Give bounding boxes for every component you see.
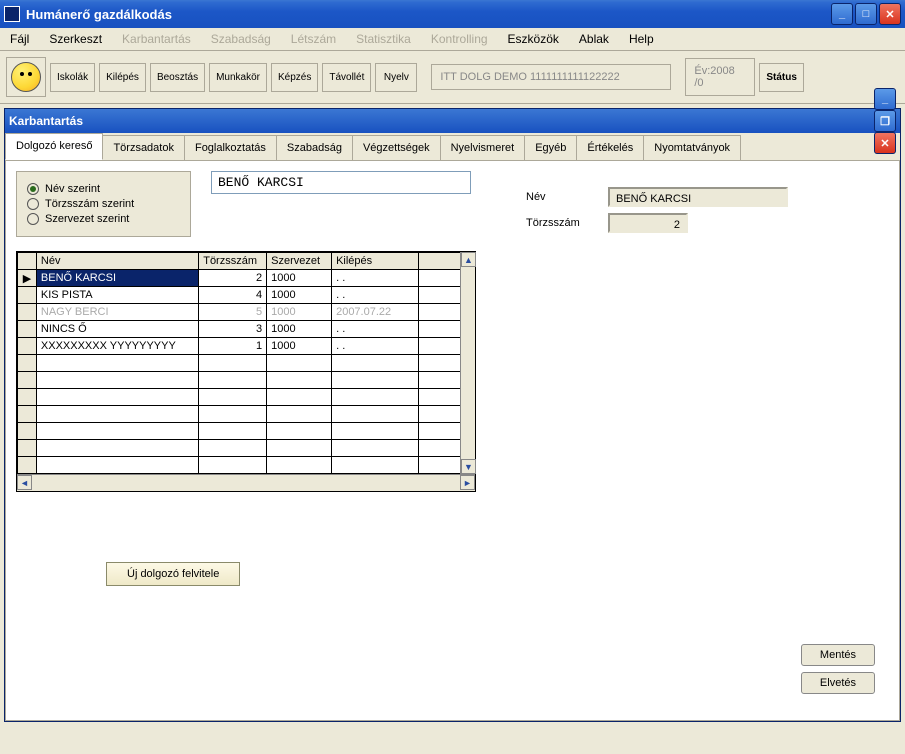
toolbar-iskolák-button[interactable]: Iskolák — [50, 63, 95, 92]
table-row[interactable] — [18, 372, 462, 389]
tab-content: Név szerint Törzsszám szerint Szervezet sz… — [5, 161, 900, 721]
search-mode-frame: Név szerint Törzsszám szerint Szervezet sz… — [16, 171, 191, 237]
menu-létszám: Létszám — [287, 30, 340, 48]
info-field: ITT DOLG DEMO 1111111111122222 — [431, 64, 671, 90]
column-header[interactable]: Szervezet — [267, 253, 332, 270]
radio-label: Törzsszám szerint — [45, 198, 134, 210]
search-radio-1[interactable]: Törzsszám szerint — [27, 198, 180, 210]
app-icon — [4, 6, 20, 22]
table-row[interactable] — [18, 355, 462, 372]
tab-8[interactable]: Nyomtatványok — [643, 135, 741, 160]
search-radio-0[interactable]: Név szerint — [27, 183, 180, 195]
smiley-icon[interactable] — [6, 57, 46, 97]
table-row[interactable] — [18, 457, 462, 474]
toolbar-munkakör-button[interactable]: Munkakör — [209, 63, 267, 92]
save-button[interactable]: Mentés — [801, 644, 875, 666]
search-input[interactable] — [211, 171, 471, 194]
menu-szerkeszt[interactable]: Szerkeszt — [45, 30, 106, 48]
minimize-button[interactable]: _ — [831, 3, 853, 25]
year-field: Év:2008 /0 — [685, 58, 755, 96]
torzs-label: Törzsszám — [526, 217, 596, 229]
detail-panel: Név BENŐ KARCSI Törzsszám 2 — [526, 181, 788, 239]
child-titlebar: Karbantartás _ ❐ ✕ — [5, 109, 900, 133]
tab-3[interactable]: Szabadság — [276, 135, 353, 160]
radio-icon — [27, 183, 39, 195]
vscrollbar[interactable]: ▲ ▼ — [460, 252, 475, 474]
name-label: Név — [526, 191, 596, 203]
table-row[interactable] — [18, 389, 462, 406]
child-close-button[interactable]: ✕ — [874, 132, 896, 154]
menu-fájl[interactable]: Fájl — [6, 30, 33, 48]
close-button[interactable]: ✕ — [879, 3, 901, 25]
menu-help[interactable]: Help — [625, 30, 658, 48]
tab-6[interactable]: Egyéb — [524, 135, 577, 160]
table-row[interactable] — [18, 440, 462, 457]
tab-7[interactable]: Értékelés — [576, 135, 644, 160]
toolbar: IskolákKilépésBeosztásMunkakörKépzésTávo… — [0, 51, 905, 104]
table-row[interactable]: KIS PISTA41000. . — [18, 287, 462, 304]
menu-kontrolling: Kontrolling — [427, 30, 492, 48]
table-row[interactable] — [18, 423, 462, 440]
menu-ablak[interactable]: Ablak — [575, 30, 613, 48]
search-radio-2[interactable]: Szervezet szerint — [27, 213, 180, 225]
menu-szabadság: Szabadság — [207, 30, 275, 48]
new-employee-button[interactable]: Új dolgozó felvitele — [106, 562, 240, 586]
name-value: BENŐ KARCSI — [608, 187, 788, 207]
table-row[interactable]: XXXXXXXXX YYYYYYYYY11000. . — [18, 338, 462, 355]
scroll-right-icon[interactable]: ► — [460, 475, 475, 490]
discard-button[interactable]: Elvetés — [801, 672, 875, 694]
menu-karbantartás: Karbantartás — [118, 30, 195, 48]
tab-4[interactable]: Végzettségek — [352, 135, 441, 160]
child-restore-button[interactable]: ❐ — [874, 110, 896, 132]
child-title: Karbantartás — [9, 114, 874, 128]
maximize-button[interactable]: □ — [855, 3, 877, 25]
menu-statisztika: Statisztika — [352, 30, 415, 48]
tabs: Dolgozó keresőTörzsadatokFoglalkoztatásS… — [5, 133, 900, 161]
child-minimize-button[interactable]: _ — [874, 88, 896, 110]
toolbar-távollét-button[interactable]: Távollét — [322, 63, 371, 92]
column-header[interactable]: Név — [36, 253, 198, 270]
torzs-value: 2 — [608, 213, 688, 233]
scroll-up-icon[interactable]: ▲ — [461, 252, 476, 267]
toolbar-nyelv-button[interactable]: Nyelv — [375, 63, 417, 92]
tab-1[interactable]: Törzsadatok — [102, 135, 185, 160]
tab-5[interactable]: Nyelvismeret — [440, 135, 526, 160]
child-window: Karbantartás _ ❐ ✕ Dolgozó keresőTörzsad… — [4, 108, 901, 722]
menubar: Fájl Szerkeszt Karbantartás Szabadság Létszá… — [0, 28, 905, 51]
toolbar-kilépés-button[interactable]: Kilépés — [99, 63, 146, 92]
main-titlebar: Humánerő gazdálkodás _ □ ✕ — [0, 0, 905, 28]
table-row[interactable] — [18, 406, 462, 423]
column-header[interactable]: Törzsszám — [199, 253, 267, 270]
scroll-left-icon[interactable]: ◄ — [17, 475, 32, 490]
table-row[interactable]: NINCS Ő31000. . — [18, 321, 462, 338]
radio-label: Szervezet szerint — [45, 213, 129, 225]
toolbar-beosztás-button[interactable]: Beosztás — [150, 63, 205, 92]
menu-eszközök[interactable]: Eszközök — [504, 30, 563, 48]
employee-grid[interactable]: NévTörzsszámSzervezetKilépés▶BENŐ KARCSI… — [16, 251, 476, 492]
radio-icon — [27, 213, 39, 225]
hscrollbar[interactable]: ◄ ► — [17, 474, 475, 491]
toolbar-képzés-button[interactable]: Képzés — [271, 63, 318, 92]
table-row[interactable]: NAGY BERCI510002007.07.22 — [18, 304, 462, 321]
tab-0[interactable]: Dolgozó kereső — [5, 133, 103, 160]
scroll-down-icon[interactable]: ▼ — [461, 459, 476, 474]
tab-2[interactable]: Foglalkoztatás — [184, 135, 277, 160]
table-row[interactable]: ▶BENŐ KARCSI21000. . — [18, 270, 462, 287]
status-button[interactable]: Státus — [759, 63, 804, 92]
column-header[interactable]: Kilépés — [332, 253, 419, 270]
app-title: Humánerő gazdálkodás — [26, 7, 831, 22]
radio-icon — [27, 198, 39, 210]
radio-label: Név szerint — [45, 183, 100, 195]
